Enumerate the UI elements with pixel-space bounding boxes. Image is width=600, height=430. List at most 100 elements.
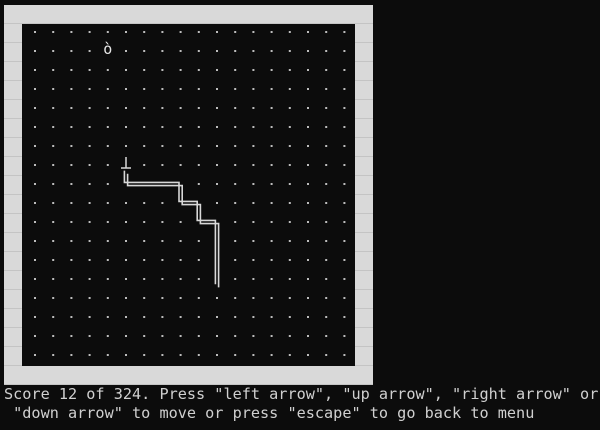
grid-dot <box>161 164 164 166</box>
grid-dot <box>179 107 182 109</box>
grid-dot <box>197 240 200 242</box>
grid-dot <box>143 221 146 223</box>
grid-dot <box>161 31 164 33</box>
grid-dot <box>343 202 346 204</box>
grid-dot <box>125 31 127 33</box>
grid-dot <box>143 88 146 90</box>
grid-dot <box>325 183 328 185</box>
grid-dot <box>143 50 146 52</box>
grid-dot <box>179 221 182 223</box>
grid-dot <box>125 335 127 337</box>
food-item: ò <box>103 40 113 58</box>
grid-dot <box>197 164 200 166</box>
grid-dot <box>343 145 346 147</box>
grid-dot <box>70 164 73 166</box>
grid-dot <box>125 69 127 71</box>
grid-dot <box>34 335 36 337</box>
grid-dot <box>143 202 146 204</box>
grid-dot <box>70 316 73 318</box>
grid-dot <box>343 278 346 280</box>
board-canvas <box>34 31 346 356</box>
grid-dot <box>343 297 346 299</box>
grid-dot <box>34 221 36 223</box>
grid-dot <box>125 316 127 318</box>
grid-dot <box>106 183 109 185</box>
grid-dot <box>197 259 200 261</box>
grid-dot <box>234 145 237 147</box>
grid-dot <box>307 69 309 71</box>
grid-dot <box>234 335 237 337</box>
grid-dot <box>125 88 127 90</box>
grid-dot <box>52 316 55 318</box>
grid-dot <box>252 316 255 318</box>
grid-dot <box>252 69 255 71</box>
grid-dot <box>270 50 273 52</box>
grid-dot <box>52 297 55 299</box>
grid-dot <box>52 183 55 185</box>
grid-dot <box>216 354 218 356</box>
grid-dot <box>343 354 346 356</box>
grid-dot <box>216 316 218 318</box>
grid-dot <box>197 88 200 90</box>
grid-dot <box>179 88 182 90</box>
grid-dot <box>143 297 146 299</box>
grid-dot <box>216 145 218 147</box>
grid-dot <box>234 240 237 242</box>
grid-dot <box>307 259 309 261</box>
grid-dot <box>288 31 291 33</box>
grid-dot <box>179 316 182 318</box>
grid-dot <box>161 221 164 223</box>
grid-dot <box>52 354 55 356</box>
game-board[interactable]: ò ┴ <box>22 24 355 366</box>
grid-dot <box>70 354 73 356</box>
grid-dot <box>343 69 346 71</box>
grid-dot <box>52 50 55 52</box>
grid-dot <box>161 202 164 204</box>
grid-dot <box>288 202 291 204</box>
grid-dot <box>70 50 73 52</box>
grid-dot <box>52 31 55 33</box>
grid-dot <box>179 297 182 299</box>
grid-dot <box>288 335 291 337</box>
grid-dot <box>252 278 255 280</box>
grid-dot <box>106 88 109 90</box>
grid-dot <box>52 221 55 223</box>
grid-dot <box>52 69 55 71</box>
grid-dot <box>270 316 273 318</box>
grid-dot <box>34 31 36 33</box>
grid-dot <box>216 88 218 90</box>
grid-dot <box>216 183 218 185</box>
grid-dot <box>70 145 73 147</box>
grid-dot <box>34 50 36 52</box>
grid-dot <box>307 145 309 147</box>
grid-dot <box>125 240 127 242</box>
grid-dot <box>234 88 237 90</box>
grid-dot <box>125 145 127 147</box>
grid-dot <box>88 50 91 52</box>
grid-dot <box>325 164 328 166</box>
grid-dot <box>270 126 273 128</box>
grid-dot <box>252 202 255 204</box>
grid-dot <box>161 354 164 356</box>
grid-dot <box>34 240 36 242</box>
grid-dot <box>52 335 55 337</box>
grid-dot <box>34 183 36 185</box>
grid-dot <box>125 50 127 52</box>
grid-dot <box>106 316 109 318</box>
grid-dot <box>143 126 146 128</box>
grid-dot <box>125 221 127 223</box>
grid-dot <box>161 297 164 299</box>
grid-dot <box>288 145 291 147</box>
grid-dot <box>325 297 328 299</box>
grid-dot <box>197 126 200 128</box>
grid-dot <box>325 278 328 280</box>
grid-dot <box>52 88 55 90</box>
grid-dot <box>179 69 182 71</box>
grid-dot <box>252 297 255 299</box>
grid-dot <box>88 202 91 204</box>
grid-dot <box>125 297 127 299</box>
grid-dot <box>234 107 237 109</box>
grid-dot <box>34 69 36 71</box>
grid-dot <box>288 259 291 261</box>
grid-dot <box>288 183 291 185</box>
